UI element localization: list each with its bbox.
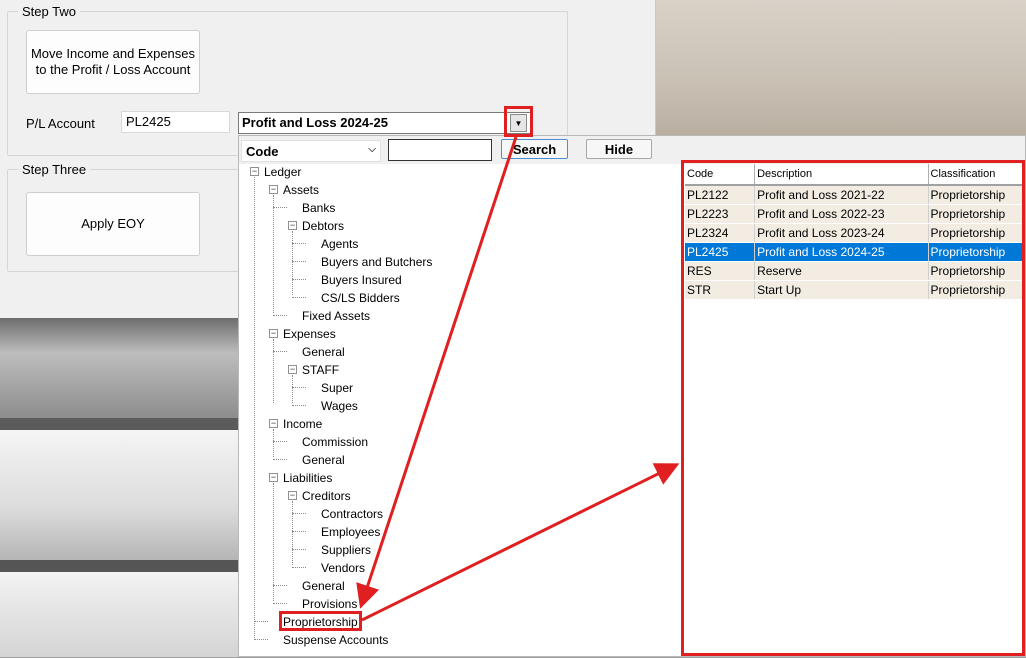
minus-expander-icon[interactable]: − xyxy=(288,365,297,374)
tree-node-expenses-general[interactable]: General xyxy=(302,343,345,361)
tree-node-commission[interactable]: Commission xyxy=(302,433,368,451)
ledger-tree: − − − − − − − − Ledger Assets Banks Debt… xyxy=(239,164,679,658)
tree-node-income-general[interactable]: General xyxy=(302,451,345,469)
pl-account-combo[interactable]: Profit and Loss 2024-25 xyxy=(238,112,531,134)
tree-node-buyers-insured[interactable]: Buyers Insured xyxy=(321,271,402,289)
annotation-box-grid xyxy=(681,160,1025,656)
tree-node-assets[interactable]: Assets xyxy=(283,181,319,199)
background-panel xyxy=(0,572,240,657)
tree-node-ledger[interactable]: Ledger xyxy=(264,163,301,181)
move-income-expenses-button[interactable]: Move Income and Expenses to the Profit /… xyxy=(26,30,200,94)
tree-node-suppliers[interactable]: Suppliers xyxy=(321,541,371,559)
background-image xyxy=(655,0,1026,140)
background-panel xyxy=(0,560,240,572)
chevron-down-icon: ⌵ xyxy=(368,144,376,155)
search-field-select[interactable]: Code ⌵ xyxy=(241,140,381,162)
tree-node-liabilities[interactable]: Liabilities xyxy=(283,469,332,487)
background-panel xyxy=(0,318,240,418)
tree-node-creditors[interactable]: Creditors xyxy=(302,487,351,505)
background-panel xyxy=(0,418,240,430)
pl-code-field[interactable]: PL2425 xyxy=(121,111,230,133)
pl-account-label: P/L Account xyxy=(26,116,95,131)
annotation-box-dropdown-arrow xyxy=(504,106,533,137)
tree-node-income[interactable]: Income xyxy=(283,415,322,433)
minus-expander-icon[interactable]: − xyxy=(250,167,259,176)
tree-node-csls-bidders[interactable]: CS/LS Bidders xyxy=(321,289,400,307)
hide-button[interactable]: Hide xyxy=(586,139,652,159)
search-input[interactable] xyxy=(388,139,492,161)
tree-node-agents[interactable]: Agents xyxy=(321,235,358,253)
background-panel xyxy=(0,430,240,560)
minus-expander-icon[interactable]: − xyxy=(288,221,297,230)
tree-node-expenses[interactable]: Expenses xyxy=(283,325,336,343)
tree-node-wages[interactable]: Wages xyxy=(321,397,358,415)
tree-node-debtors[interactable]: Debtors xyxy=(302,217,344,235)
tree-node-employees[interactable]: Employees xyxy=(321,523,380,541)
tree-node-buyers-butchers[interactable]: Buyers and Butchers xyxy=(321,253,432,271)
tree-node-contractors[interactable]: Contractors xyxy=(321,505,383,523)
apply-eoy-button[interactable]: Apply EOY xyxy=(26,192,200,256)
tree-node-fixed-assets[interactable]: Fixed Assets xyxy=(302,307,370,325)
minus-expander-icon[interactable]: − xyxy=(288,491,297,500)
search-field-value: Code xyxy=(246,144,279,159)
minus-expander-icon[interactable]: − xyxy=(269,473,278,482)
step-three-title: Step Three xyxy=(18,162,91,177)
tree-node-liabilities-general[interactable]: General xyxy=(302,577,345,595)
minus-expander-icon[interactable]: − xyxy=(269,419,278,428)
tree-node-super[interactable]: Super xyxy=(321,379,353,397)
step-two-title: Step Two xyxy=(18,4,80,19)
annotation-box-proprietorship xyxy=(279,611,362,631)
minus-expander-icon[interactable]: − xyxy=(269,185,278,194)
tree-node-suspense-accounts[interactable]: Suspense Accounts xyxy=(283,631,388,649)
minus-expander-icon[interactable]: − xyxy=(269,329,278,338)
tree-node-vendors[interactable]: Vendors xyxy=(321,559,365,577)
tree-node-staff[interactable]: STAFF xyxy=(302,361,339,379)
search-button[interactable]: Search xyxy=(501,139,568,159)
tree-node-banks[interactable]: Banks xyxy=(302,199,335,217)
